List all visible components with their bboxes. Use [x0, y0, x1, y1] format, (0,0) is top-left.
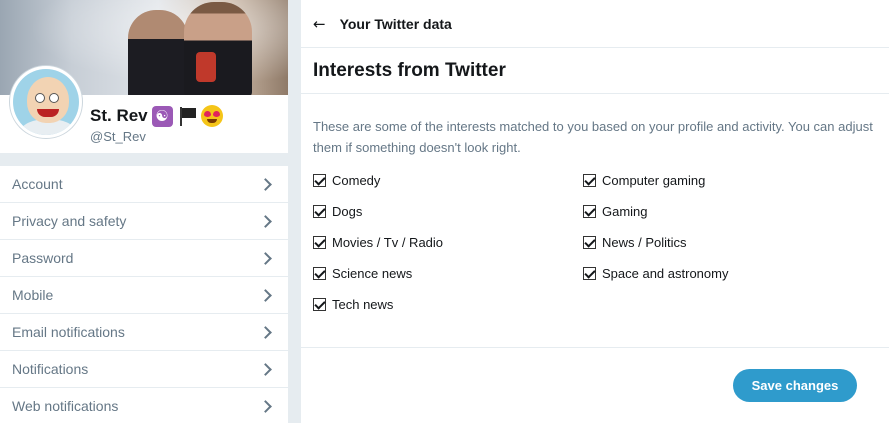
- checkbox-checked-icon[interactable]: [313, 174, 326, 187]
- checkbox-checked-icon[interactable]: [313, 205, 326, 218]
- divider: [301, 347, 889, 348]
- section-title: Interests from Twitter: [313, 59, 506, 81]
- menu-item-label: Notifications: [12, 361, 89, 377]
- menu-item-password[interactable]: Password: [0, 240, 288, 277]
- black-flag-icon: [177, 106, 197, 126]
- yin-yang-icon: ☯: [151, 105, 173, 127]
- avatar[interactable]: [10, 66, 82, 138]
- interest-label: Comedy: [332, 173, 381, 188]
- menu-item-label: Account: [12, 176, 63, 192]
- checkbox-checked-icon[interactable]: [583, 205, 596, 218]
- profile-name[interactable]: St. Rev ☯: [90, 105, 223, 127]
- menu-item-notifications[interactable]: Notifications: [0, 351, 288, 388]
- arrow-left-icon[interactable]: ←: [313, 15, 326, 33]
- checkbox-checked-icon[interactable]: [313, 236, 326, 249]
- interest-checkbox-science-news[interactable]: Science news: [313, 266, 412, 281]
- interest-checkbox-computer-gaming[interactable]: Computer gaming: [583, 173, 705, 188]
- chevron-right-icon: [259, 362, 272, 376]
- interest-label: Gaming: [602, 204, 648, 219]
- checkbox-checked-icon[interactable]: [583, 236, 596, 249]
- save-changes-button[interactable]: Save changes: [733, 369, 857, 402]
- settings-menu: Account Privacy and safety Password Mobi…: [0, 166, 288, 423]
- heart-eyes-icon: [200, 105, 223, 127]
- checkbox-checked-icon[interactable]: [313, 267, 326, 280]
- interest-checkbox-gaming[interactable]: Gaming: [583, 204, 648, 219]
- chevron-right-icon: [259, 251, 272, 265]
- chevron-right-icon: [259, 399, 272, 413]
- interest-label: Space and astronomy: [602, 266, 729, 281]
- interest-label: Movies / Tv / Radio: [332, 235, 444, 250]
- interest-label: News / Politics: [602, 235, 687, 250]
- interest-checkbox-news-politics[interactable]: News / Politics: [583, 235, 687, 250]
- menu-item-web-notifications[interactable]: Web notifications: [0, 388, 288, 423]
- chevron-right-icon: [259, 325, 272, 339]
- main-panel: ← Your Twitter data Interests from Twitt…: [300, 0, 889, 423]
- menu-item-label: Password: [12, 250, 74, 266]
- menu-item-account[interactable]: Account: [0, 166, 288, 203]
- menu-item-label: Email notifications: [12, 324, 125, 340]
- menu-item-email-notifications[interactable]: Email notifications: [0, 314, 288, 351]
- section-description: These are some of the interests matched …: [313, 119, 873, 155]
- menu-item-label: Privacy and safety: [12, 213, 127, 229]
- menu-item-mobile[interactable]: Mobile: [0, 277, 288, 314]
- chevron-right-icon: [259, 288, 272, 302]
- interest-checkbox-dogs[interactable]: Dogs: [313, 204, 362, 219]
- interest-checkbox-space-and-astronomy[interactable]: Space and astronomy: [583, 266, 728, 281]
- chevron-right-icon: [259, 177, 272, 191]
- page-title: Your Twitter data: [339, 15, 452, 32]
- checkbox-checked-icon[interactable]: [313, 298, 326, 311]
- menu-item-privacy-and-safety[interactable]: Privacy and safety: [0, 203, 288, 240]
- profile-handle[interactable]: @St_Rev: [90, 129, 146, 144]
- section-heading: Interests from Twitter: [301, 48, 889, 94]
- checkbox-checked-icon[interactable]: [583, 267, 596, 280]
- top-bar: ← Your Twitter data: [301, 0, 889, 48]
- chevron-right-icon: [259, 214, 272, 228]
- menu-item-label: Mobile: [12, 287, 54, 303]
- menu-item-label: Web notifications: [12, 398, 119, 414]
- interest-checkbox-movies-tv-radio[interactable]: Movies / Tv / Radio: [313, 235, 443, 250]
- interest-label: Computer gaming: [602, 173, 706, 188]
- profile-card: St. Rev ☯ @St_Rev: [0, 0, 288, 153]
- interest-label: Dogs: [332, 204, 363, 219]
- interest-label: Tech news: [332, 297, 394, 312]
- interest-checkbox-comedy[interactable]: Comedy: [313, 173, 380, 188]
- profile-name-text: St. Rev: [90, 106, 148, 125]
- interest-label: Science news: [332, 266, 413, 281]
- checkbox-checked-icon[interactable]: [583, 174, 596, 187]
- interest-checkbox-tech-news[interactable]: Tech news: [313, 297, 393, 312]
